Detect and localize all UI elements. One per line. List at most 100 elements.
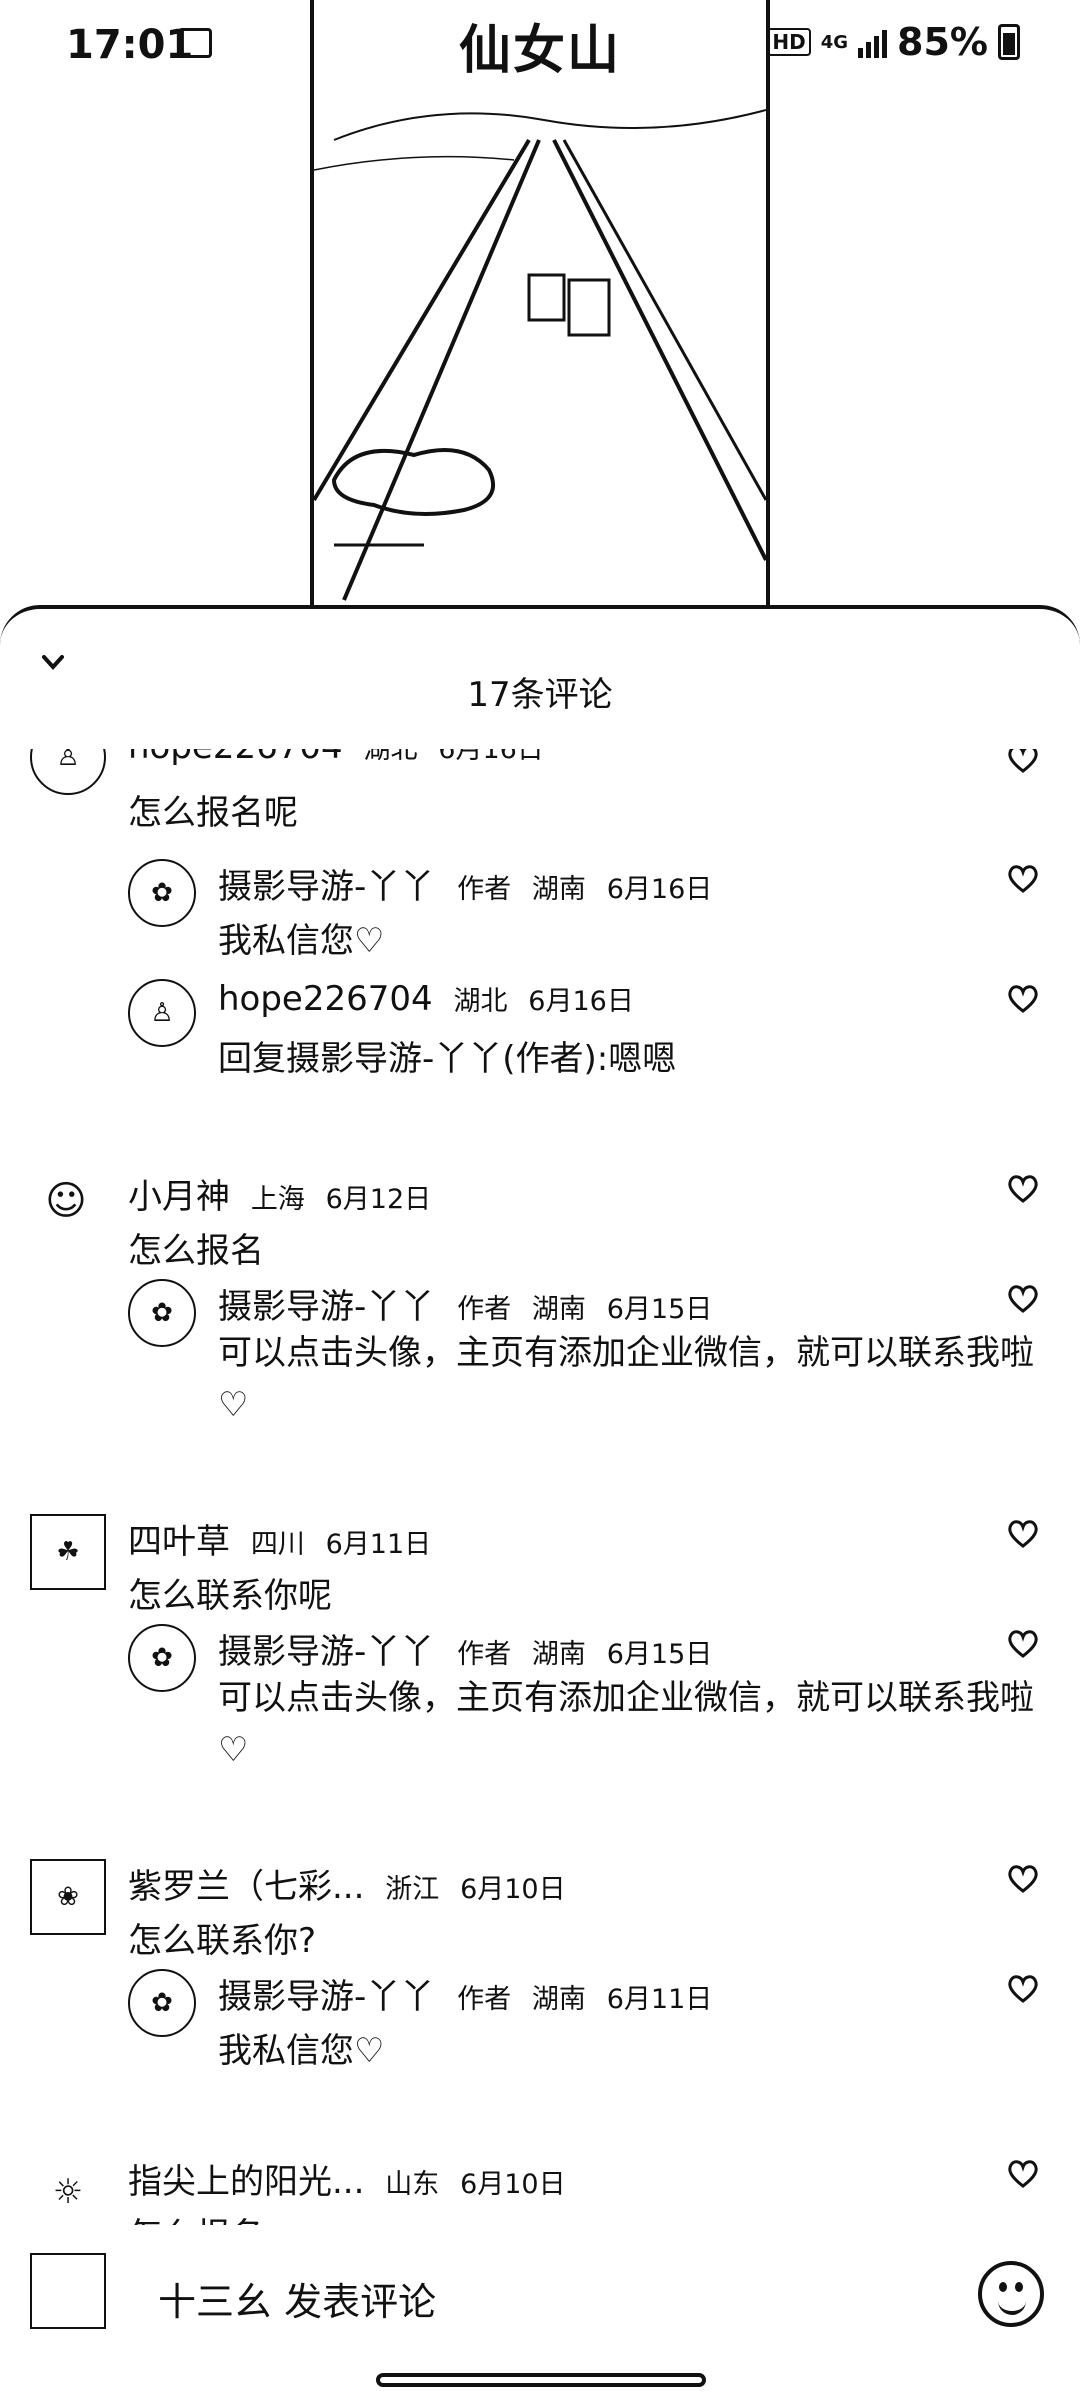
reply-location: 湖南 — [531, 1294, 586, 1325]
person-icon: ❀ — [57, 1882, 79, 1912]
heart-outline-icon[interactable] — [1006, 1628, 1040, 1660]
reply-header: 摄影导游-丫丫 作者 湖南 6月16日 — [218, 859, 712, 908]
comment-author[interactable]: 小月神 — [128, 1177, 230, 1217]
avatar[interactable]: ☼ — [30, 2154, 106, 2230]
status-right: HD 4G 85% — [728, 20, 1020, 64]
reply-text: 我私信您♡ — [218, 2031, 385, 2071]
person-icon: ♙ — [56, 749, 80, 772]
reply-location: 湖南 — [531, 1984, 586, 2015]
avatar[interactable]: ♙ — [30, 749, 106, 795]
comments-count-title: 17条评论 — [467, 675, 613, 715]
comment-author[interactable]: 四叶草 — [128, 1522, 230, 1562]
comment-author[interactable]: hope226704 — [128, 749, 343, 767]
author-tag: 作者 — [457, 1294, 512, 1325]
heart-outline-icon[interactable] — [1006, 983, 1040, 1015]
comments-sheet: 17条评论 ♙ hope226704 湖北 6月16日 怎么报名呢 ✿ 摄影导游… — [0, 605, 1080, 2400]
comment-text: 怎么报名呢 — [128, 793, 298, 833]
comment-location: 湖北 — [363, 749, 418, 765]
author-tag: 作者 — [457, 1639, 512, 1670]
reply-text: 回复摄影导游-丫丫(作者):嗯嗯 — [218, 1039, 677, 1079]
person-icon: ☼ — [52, 2172, 84, 2212]
reply-text: 我私信您♡ — [218, 921, 385, 961]
comment-text: 怎么报名 — [128, 1231, 264, 1271]
heart-outline-icon[interactable] — [1006, 749, 1040, 775]
reply-header: 摄影导游-丫丫 作者 湖南 6月15日 — [218, 1279, 712, 1328]
reply-date: 6月15日 — [606, 1294, 713, 1325]
heart-outline-icon[interactable] — [1006, 863, 1040, 895]
avatar[interactable]: ☘ — [30, 1514, 106, 1590]
comment-location: 山东 — [385, 2169, 440, 2200]
reply-location: 湖北 — [453, 986, 508, 1017]
battery-icon — [998, 24, 1020, 60]
avatar[interactable]: ✿ — [128, 859, 196, 927]
gallery-icon — [178, 28, 212, 58]
reply-header: 摄影导游-丫丫 作者 湖南 6月15日 — [218, 1624, 712, 1673]
reply-date: 6月15日 — [606, 1639, 713, 1670]
author-tag: 作者 — [457, 1984, 512, 2015]
person-icon: ✿ — [151, 1298, 173, 1328]
network-type: 4G — [820, 31, 849, 53]
reply-header: 摄影导游-丫丫 作者 湖南 6月11日 — [218, 1969, 712, 2018]
author-tag: 作者 — [457, 874, 512, 905]
reply-text: 可以点击头像，主页有添加企业微信，就可以联系我啦♡ — [218, 1333, 1034, 1425]
comment-date: 6月10日 — [460, 2169, 566, 2200]
status-time: 17:01 — [66, 22, 194, 68]
avatar[interactable]: ✿ — [128, 1624, 196, 1692]
comment-header: 小月神 上海 6月12日 — [128, 1169, 431, 1218]
comment-date: 6月10日 — [460, 1874, 566, 1905]
comment-input[interactable]: 十三幺 发表评论 — [158, 2271, 436, 2326]
comment-header: 指尖上的阳光... 山东 6月10日 — [128, 2154, 566, 2203]
person-icon: ✿ — [151, 878, 173, 908]
comment-text: 怎么联系你? — [128, 1921, 317, 1961]
avatar[interactable]: ♙ — [128, 979, 196, 1047]
comment-author[interactable]: 指尖上的阳光... — [128, 2162, 364, 2202]
comment-composer: 十三幺 发表评论 — [0, 2225, 1080, 2355]
reply-author[interactable]: hope226704 — [218, 979, 433, 1019]
person-icon: ♙ — [150, 998, 174, 1028]
comments-list[interactable]: ♙ hope226704 湖北 6月16日 怎么报名呢 ✿ 摄影导游-丫丫 作者… — [0, 749, 1080, 2249]
video-frame — [314, 109, 766, 601]
my-avatar[interactable] — [30, 2253, 106, 2329]
reply-header: hope226704 湖北 6月16日 — [218, 979, 634, 1019]
comment-location: 四川 — [250, 1529, 305, 1560]
emoji-icon[interactable] — [978, 2261, 1044, 2327]
comment-author[interactable]: 紫罗兰（七彩... — [128, 1867, 364, 1907]
reply-author[interactable]: 摄影导游-丫丫 — [218, 1632, 434, 1672]
person-icon: ☺ — [45, 1178, 87, 1224]
video-player[interactable]: 仙女山 — [310, 0, 770, 610]
avatar[interactable]: ❀ — [30, 1859, 106, 1935]
signal-icon-2 — [858, 26, 888, 58]
reply-date: 6月11日 — [606, 1984, 713, 2015]
person-icon: ✿ — [151, 1643, 173, 1673]
person-icon: ☘ — [56, 1537, 80, 1567]
heart-outline-icon[interactable] — [1006, 1973, 1040, 2005]
hd-badge: HD — [767, 28, 811, 56]
comment-header: hope226704 湖北 6月16日 — [128, 749, 544, 767]
heart-outline-icon[interactable] — [1006, 1518, 1040, 1550]
heart-outline-icon[interactable] — [1006, 2158, 1040, 2190]
home-indicator[interactable] — [376, 2373, 706, 2387]
comment-date: 6月16日 — [438, 749, 544, 765]
heart-outline-icon[interactable] — [1006, 1283, 1040, 1315]
video-area[interactable]: 17:01 HD 4G 85% 仙女山 — [0, 0, 1080, 610]
heart-outline-icon[interactable] — [1006, 1863, 1040, 1895]
avatar[interactable]: ✿ — [128, 1279, 196, 1347]
reply-date: 6月16日 — [528, 986, 634, 1017]
reply-author[interactable]: 摄影导游-丫丫 — [218, 1977, 434, 2017]
comment-location: 浙江 — [385, 1874, 440, 1905]
video-title: 仙女山 — [458, 21, 621, 81]
comment-location: 上海 — [250, 1184, 305, 1215]
comment-header: 四叶草 四川 6月11日 — [128, 1514, 431, 1563]
avatar[interactable]: ☺ — [34, 1169, 98, 1233]
reply-date: 6月16日 — [606, 874, 713, 905]
comment-date: 6月11日 — [325, 1529, 432, 1560]
battery-level: 85% — [897, 20, 988, 64]
reply-author[interactable]: 摄影导游-丫丫 — [218, 1287, 434, 1327]
heart-outline-icon[interactable] — [1006, 1173, 1040, 1205]
reply-text: 可以点击头像，主页有添加企业微信，就可以联系我啦♡ — [218, 1678, 1034, 1770]
comment-text: 怎么联系你呢 — [128, 1576, 332, 1616]
avatar[interactable]: ✿ — [128, 1969, 196, 2037]
reply-author[interactable]: 摄影导游-丫丫 — [218, 867, 434, 907]
sheet-header: 17条评论 — [0, 609, 1080, 719]
reply-location: 湖南 — [531, 874, 586, 905]
